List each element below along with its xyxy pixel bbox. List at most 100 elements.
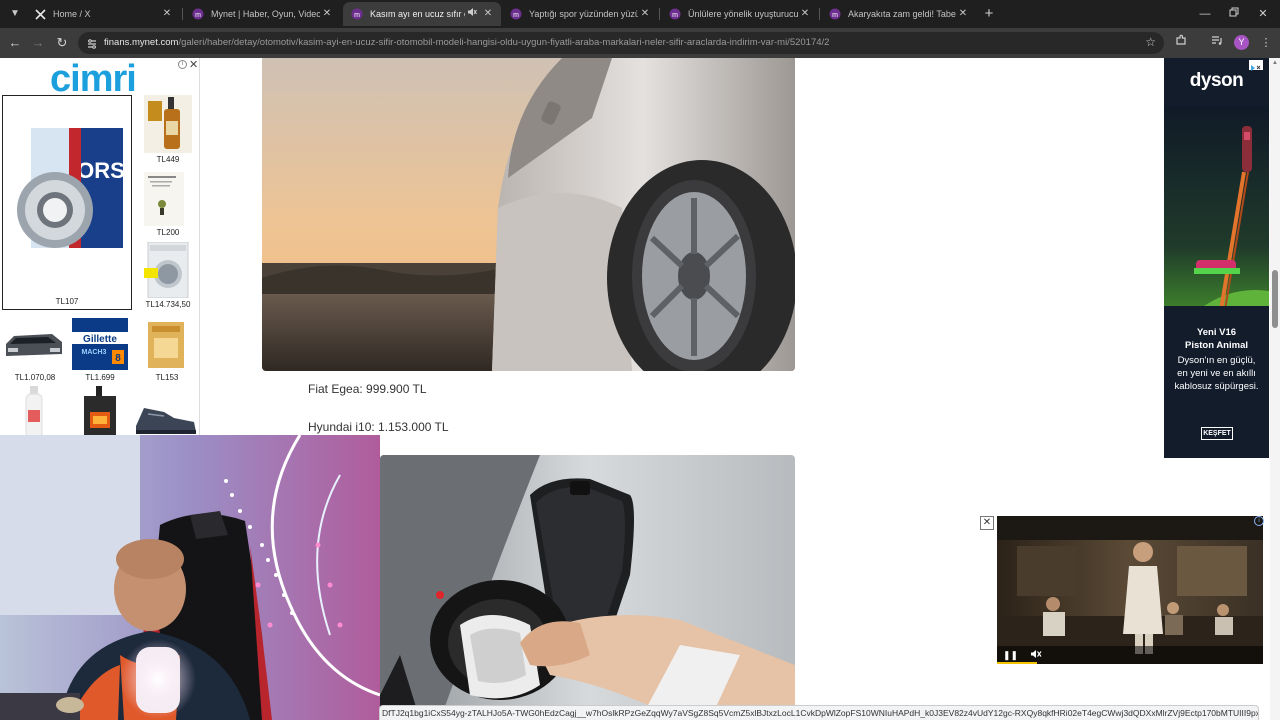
- article-line-hyundai: Hyundai i10: 1.153.000 TL: [308, 420, 449, 434]
- product-card[interactable]: [134, 402, 198, 438]
- article-image-ev-charging: [380, 455, 795, 720]
- url-path: /galeri/haber/detay/otomotiv/kasim-ayi-e…: [178, 37, 830, 48]
- bearing-icon: ORS: [9, 110, 127, 270]
- ad-info-icon[interactable]: i: [178, 60, 187, 69]
- dyson-headline-1: Yeni V16: [1196, 327, 1237, 338]
- svg-text:MACH3: MACH3: [82, 349, 107, 356]
- product-card[interactable]: TL1.070,08: [2, 316, 66, 382]
- tab-divider: [182, 8, 183, 20]
- product-card[interactable]: ORS TL107: [2, 95, 132, 310]
- tab-title: Akaryakıta zam geldi! Tabelada: [848, 9, 956, 19]
- dyson-body-1: Dyson'ın en güçlü,: [1177, 355, 1256, 366]
- dyson-body-2: en yeni ve en akıllı: [1177, 368, 1256, 379]
- ad-close-icon[interactable]: ✕: [189, 58, 198, 71]
- scrollbar-thumb[interactable]: [1272, 270, 1278, 328]
- video-ad-player[interactable]: ❚❚: [997, 516, 1263, 664]
- tab-title: Yaptığı spor yüzünden yüzünü: [529, 9, 638, 19]
- video-progress-bar[interactable]: [997, 662, 1037, 664]
- tab-title: Ünlülere yönelik uyuşturucu so: [688, 9, 798, 19]
- product-card[interactable]: TL200: [142, 170, 194, 238]
- audio-muted-icon[interactable]: [465, 7, 479, 21]
- mynet-logo-icon: m: [510, 8, 522, 20]
- forward-icon[interactable]: →: [29, 34, 47, 52]
- close-tab-icon[interactable]: ✕: [481, 7, 495, 21]
- tab-search-icon[interactable]: ▼: [6, 5, 24, 23]
- video-ad-close-button[interactable]: ✕: [980, 516, 994, 530]
- product-card[interactable]: Gillette MACH3 8 TL1.699: [72, 316, 128, 382]
- new-tab-button[interactable]: +: [980, 5, 998, 23]
- svg-text:ORS: ORS: [77, 158, 125, 183]
- dyson-headline: Yeni V16 Piston Animal: [1164, 326, 1269, 352]
- dyson-logo[interactable]: dyson: [1164, 70, 1269, 92]
- url-text: finans.mynet.com/galeri/haber/detay/otom…: [104, 37, 829, 48]
- car-part-icon: [4, 330, 64, 362]
- close-tab-icon[interactable]: ✕: [320, 7, 334, 21]
- book-icon: [144, 172, 184, 226]
- mynet-logo-icon: m: [192, 8, 204, 20]
- mynet-logo-icon: m: [669, 8, 681, 20]
- bookmark-star-icon[interactable]: ☆: [1145, 35, 1156, 49]
- product-card[interactable]: TL153: [140, 316, 194, 382]
- product-price: TL449: [156, 155, 180, 164]
- svg-text:m: m: [354, 12, 360, 19]
- tab-divider: [819, 8, 820, 20]
- restore-icon[interactable]: [1225, 5, 1243, 23]
- svg-text:m: m: [513, 12, 519, 19]
- tab-strip: ▼ Home / X ✕ m Mynet | Haber, Oyun, Vide…: [0, 0, 1280, 28]
- tab-divider: [659, 8, 660, 20]
- close-tab-icon[interactable]: ✕: [798, 7, 812, 21]
- svg-text:m: m: [832, 12, 838, 19]
- product-price: TL107: [55, 297, 79, 306]
- pause-icon[interactable]: ❚❚: [1003, 649, 1018, 661]
- close-tab-icon[interactable]: ✕: [160, 7, 174, 21]
- close-window-icon[interactable]: ✕: [1254, 5, 1272, 23]
- video-frame: [997, 516, 1263, 664]
- product-card[interactable]: [22, 386, 46, 438]
- product-card[interactable]: [82, 386, 118, 438]
- scroll-up-arrow-icon[interactable]: ▲: [1272, 60, 1278, 66]
- tab-kasim-ayi[interactable]: m Kasım ayı en ucuz sıfır otom ✕: [343, 2, 501, 26]
- bottle-icon: [144, 95, 192, 153]
- product-card[interactable]: TL14.734,50: [142, 242, 194, 310]
- close-tab-icon[interactable]: ✕: [956, 7, 970, 21]
- muted-icon[interactable]: [1029, 649, 1043, 661]
- site-info-icon[interactable]: [86, 37, 98, 49]
- reload-icon[interactable]: ↻: [53, 34, 71, 52]
- box-icon: [146, 320, 186, 370]
- extensions-icon[interactable]: [1172, 34, 1190, 52]
- product-card[interactable]: TL449: [142, 95, 194, 165]
- profile-avatar[interactable]: Y: [1234, 35, 1249, 50]
- bottle-icon: [25, 386, 43, 438]
- vacuum-product-image: [1164, 106, 1269, 306]
- svg-text:Gillette: Gillette: [83, 334, 117, 345]
- tab-mynet-home[interactable]: m Mynet | Haber, Oyun, Video, Sp ✕: [184, 2, 340, 26]
- dyson-body: Dyson'ın en güçlü, en yeni ve en akıllı …: [1164, 354, 1269, 393]
- minimize-icon[interactable]: —: [1196, 5, 1214, 23]
- tab-title: Home / X: [53, 9, 91, 19]
- tab-home-x[interactable]: Home / X ✕: [26, 2, 180, 26]
- page-scrollbar[interactable]: [1270, 58, 1280, 720]
- article-line-fiat: Fiat Egea: 999.900 TL: [308, 382, 427, 396]
- ad-choices-icon[interactable]: [1249, 60, 1263, 71]
- shoe-icon: [136, 408, 196, 434]
- media-control-icon[interactable]: [1208, 34, 1226, 52]
- svg-text:m: m: [195, 12, 201, 19]
- address-bar[interactable]: finans.mynet.com/galeri/haber/detay/otom…: [78, 32, 1164, 54]
- tab-unlulere[interactable]: m Ünlülere yönelik uyuşturucu so ✕: [661, 2, 818, 26]
- dyson-headline-2: Piston Animal: [1185, 340, 1248, 351]
- video-ad-info-icon[interactable]: i: [1254, 516, 1264, 526]
- browser-toolbar: ← → ↻ finans.mynet.com/galeri/haber/deta…: [0, 28, 1280, 58]
- svg-text:m: m: [672, 12, 678, 19]
- cimri-ad[interactable]: cimri i ✕ ORS TL107 TL449 TL200 TL14.734…: [0, 58, 200, 438]
- tab-title: Mynet | Haber, Oyun, Video, Sp: [211, 9, 320, 19]
- dyson-cta-button[interactable]: KEŞFET: [1201, 427, 1233, 440]
- tab-akaryakit[interactable]: m Akaryakıta zam geldi! Tabelada ✕: [821, 2, 976, 26]
- menu-kebab-icon[interactable]: ⋮: [1257, 34, 1275, 52]
- dyson-body-3: kablosuz süpürgesi.: [1174, 381, 1259, 392]
- dyson-ad[interactable]: dyson Yeni V16 Piston Animal Dyson'ın en…: [1164, 58, 1269, 458]
- tab-spor[interactable]: m Yaptığı spor yüzünden yüzünü ✕: [502, 2, 658, 26]
- back-icon[interactable]: ←: [6, 34, 24, 52]
- close-tab-icon[interactable]: ✕: [638, 7, 652, 21]
- product-price: TL1.070,08: [14, 373, 56, 382]
- washing-machine-icon: [144, 242, 192, 298]
